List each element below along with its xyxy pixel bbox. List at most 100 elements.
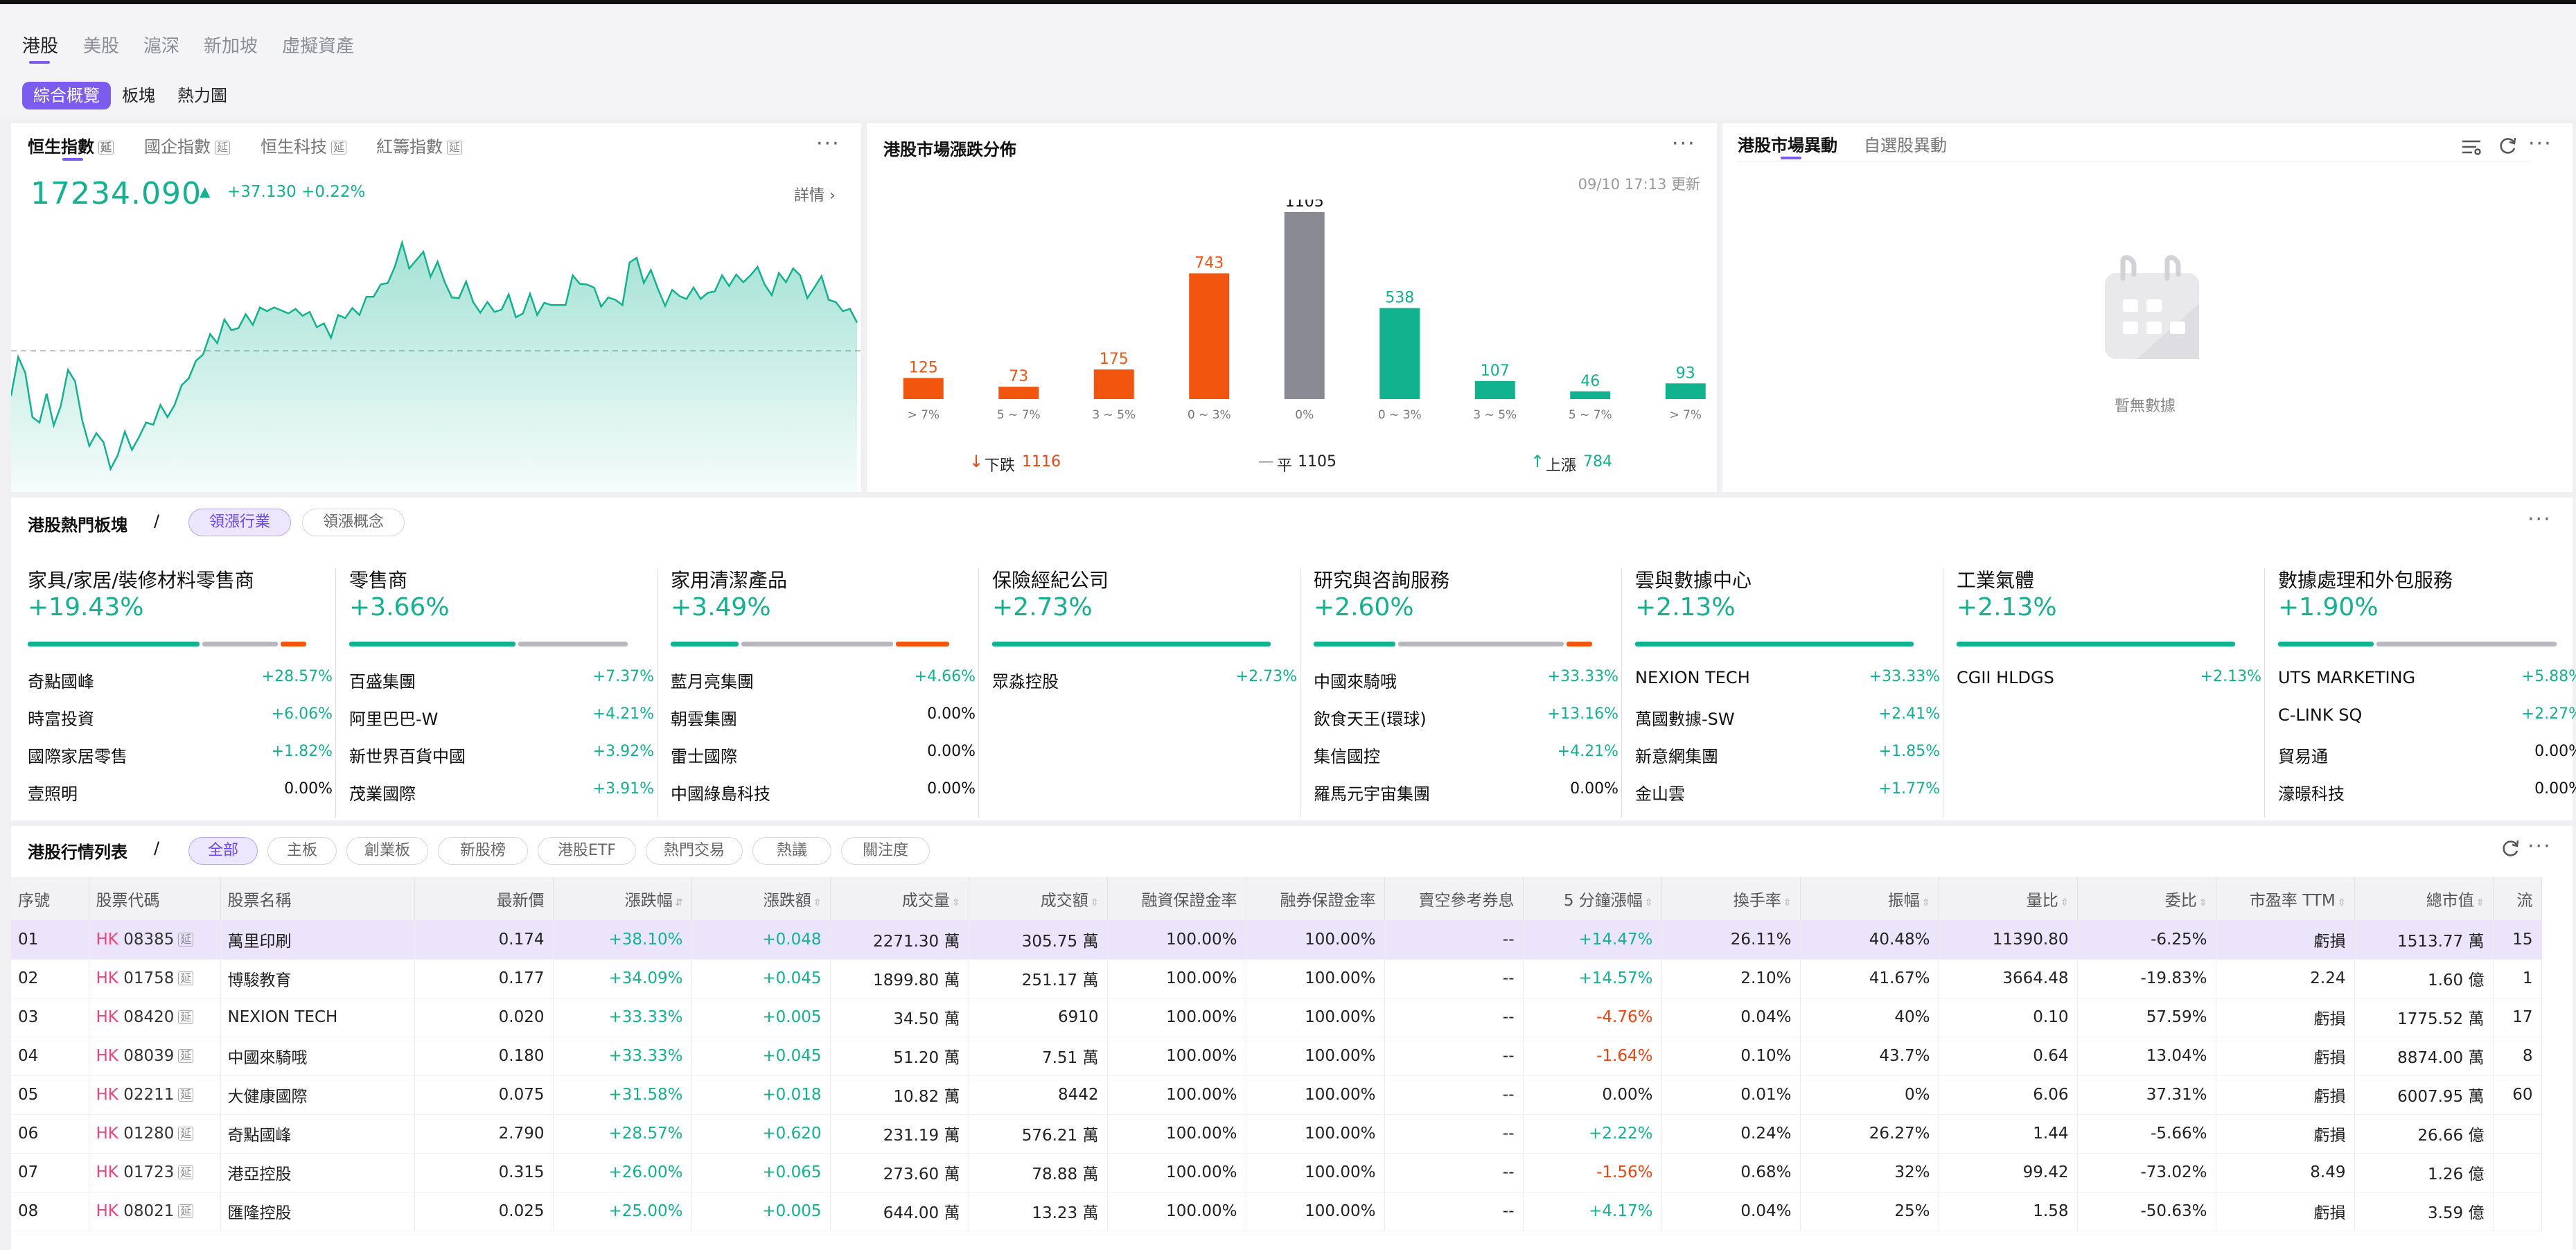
stock-code[interactable]: 08039 xyxy=(118,1047,174,1065)
quote-filter-pill[interactable]: 熱門交易 xyxy=(646,837,743,865)
market-tab-us[interactable]: 美股 xyxy=(83,32,119,58)
sector-stock-row[interactable]: 中國綠島科技 0.00% xyxy=(671,780,976,804)
index-tab-hsi[interactable]: 恒生指數延 xyxy=(28,133,114,157)
stock-code[interactable]: 01280 xyxy=(118,1125,174,1143)
sector-stock-row[interactable]: 阿里巴巴-W +4.21% xyxy=(349,705,654,729)
sector-stock-row[interactable]: 貿易通 0.00% xyxy=(2278,743,2576,766)
stock-code[interactable]: 02211 xyxy=(118,1086,174,1104)
sector-stock-row[interactable]: 時富投資 +6.06% xyxy=(28,705,333,729)
filter-icon[interactable] xyxy=(2461,137,2483,157)
quote-filter-pill[interactable]: 全部 xyxy=(188,837,258,865)
more-icon[interactable]: ··· xyxy=(816,134,840,155)
subtab-sectors[interactable]: 板塊 xyxy=(122,82,155,109)
sector-stock-row[interactable]: 萬國數據-SW +2.41% xyxy=(1635,705,1940,729)
index-tab-hstech[interactable]: 恒生科技延 xyxy=(261,133,347,157)
table-row[interactable]: 06 HK 01280 延 奇點國峰 2.790 +28.57% +0.620 231.19 … xyxy=(11,1114,2542,1154)
column-header[interactable]: 融券保證金率 xyxy=(1246,877,1385,920)
table-row[interactable]: 01 HK 08385 延 萬里印刷 0.174 +38.10% +0.048 2271.30… xyxy=(11,920,2542,960)
column-header[interactable]: 最新價 xyxy=(414,877,554,920)
table-row[interactable]: 04 HK 08039 延 中國來騎哦 0.180 +33.33% +0.045 51.20 … xyxy=(11,1037,2542,1076)
column-header[interactable]: 流 xyxy=(2493,877,2542,920)
column-header[interactable]: 委比 ⇳ xyxy=(2077,877,2216,920)
stock-code[interactable]: 08385 xyxy=(118,931,174,949)
table-row[interactable]: 05 HK 02211 延 大健康國際 0.075 +31.58% +0.018 10.82 … xyxy=(11,1075,2542,1115)
sector-stock-row[interactable]: UTS MARKETING +5.88% xyxy=(2278,668,2576,689)
column-header[interactable]: 漲跌幅 ⇵ xyxy=(553,877,692,920)
sector-stock-row[interactable]: 奇點國峰 +28.57% xyxy=(28,668,333,692)
sector-stock-row[interactable]: 壹照明 0.00% xyxy=(28,780,333,804)
quote-filter-pill[interactable]: 主板 xyxy=(267,837,337,865)
anomaly-tab-market[interactable]: 港股市場異動 xyxy=(1738,132,1837,156)
market-tab-crypto[interactable]: 虛擬資產 xyxy=(282,32,354,58)
sector-stock-row[interactable]: 國際家居零售 +1.82% xyxy=(28,743,333,766)
sector-stock-row[interactable]: 藍月亮集團 +4.66% xyxy=(671,668,976,692)
subtab-heatmap[interactable]: 熱力圖 xyxy=(177,82,227,109)
column-header[interactable]: 振幅 ⇳ xyxy=(1800,877,1939,920)
column-header[interactable]: 成交額 ⇳ xyxy=(969,877,1108,920)
sector-stock-row[interactable]: 眾淼控股 +2.73% xyxy=(992,668,1297,692)
refresh-icon[interactable] xyxy=(2500,838,2521,859)
column-header[interactable]: 股票代碼 xyxy=(89,877,221,920)
sector-stock-row[interactable]: 茂業國際 +3.91% xyxy=(349,780,654,804)
sector-stock-row[interactable]: 中國來騎哦 +33.33% xyxy=(1314,668,1618,692)
stock-code[interactable]: 08420 xyxy=(118,1008,174,1026)
more-icon[interactable]: ··· xyxy=(1672,134,1696,155)
sector-stock-row[interactable]: 飲食天王(環球) +13.16% xyxy=(1314,705,1618,729)
sector-stock-row[interactable]: 雷士國際 0.00% xyxy=(671,743,976,766)
market-tab-sg[interactable]: 新加坡 xyxy=(204,32,258,58)
table-row[interactable]: 08 HK 08021 延 匯隆控股 0.025 +25.00% +0.005 644.00 … xyxy=(11,1192,2542,1231)
stock-code[interactable]: 01758 xyxy=(118,969,174,987)
sector-card[interactable]: 零售商 +3.66% 百盛集團 +7.37% 阿里巴巴-W +4.21% 新世界百貨中國 +3… xyxy=(349,563,661,820)
subtab-overview[interactable]: 綜合概覽 xyxy=(22,82,111,109)
column-header[interactable]: 序號 xyxy=(11,877,89,920)
more-icon[interactable]: ··· xyxy=(2528,509,2552,530)
sector-card[interactable]: 保險經紀公司 +2.73% 眾淼控股 +2.73% xyxy=(992,563,1304,820)
table-row[interactable]: 02 HK 01758 延 博駿教育 0.177 +34.09% +0.045 1899.80… xyxy=(11,959,2542,998)
market-tab-cn[interactable]: 滬深 xyxy=(143,32,179,58)
more-icon[interactable]: ··· xyxy=(2528,836,2552,857)
quote-filter-pill[interactable]: 熱議 xyxy=(752,837,831,865)
table-row[interactable]: 07 HK 01723 延 港亞控股 0.315 +26.00% +0.065 273.60 … xyxy=(11,1153,2542,1192)
column-header[interactable]: 漲跌額 ⇳ xyxy=(691,877,831,920)
quote-filter-pill[interactable]: 港股ETF xyxy=(538,837,636,865)
sector-card[interactable]: 家具/家居/裝修材料零售商 +19.43% 奇點國峰 +28.57% 時富投資 +6.06… xyxy=(28,563,339,820)
column-header[interactable]: 成交量 ⇳ xyxy=(830,877,969,920)
sector-stock-row[interactable]: 朝雲集團 0.00% xyxy=(671,705,976,729)
sector-stock-row[interactable]: 濠暻科技 0.00% xyxy=(2278,780,2576,804)
column-header[interactable]: 5 分鐘漲幅 ⇳ xyxy=(1523,877,1662,920)
quote-filter-pill[interactable]: 創業板 xyxy=(346,837,428,865)
table-row[interactable]: 03 HK 08420 延 NEXION TECH 0.020 +33.33% +0.005… xyxy=(11,998,2542,1037)
sector-stock-row[interactable]: 羅馬元宇宙集團 0.00% xyxy=(1314,780,1618,804)
sector-card[interactable]: 雲與數據中心 +2.13% NEXION TECH +33.33% 萬國數據-SW +2.… xyxy=(1635,563,1947,820)
stock-code[interactable]: 08021 xyxy=(118,1202,174,1220)
quote-filter-pill[interactable]: 關注度 xyxy=(841,837,930,865)
column-header[interactable]: 市盈率 TTM ⇳ xyxy=(2216,877,2355,920)
column-header[interactable]: 量比 ⇳ xyxy=(1939,877,2078,920)
index-tab-hscei[interactable]: 國企指數延 xyxy=(144,133,231,157)
column-header[interactable]: 換手率 ⇳ xyxy=(1661,877,1801,920)
column-header[interactable]: 總市值 ⇳ xyxy=(2354,877,2494,920)
tab-leading-industry[interactable]: 領漲行業 xyxy=(188,509,291,536)
column-header[interactable]: 融資保證金率 xyxy=(1107,877,1246,920)
sector-stock-row[interactable]: 新世界百貨中國 +3.92% xyxy=(349,743,654,766)
sector-stock-row[interactable]: 金山雲 +1.77% xyxy=(1635,780,1940,804)
sector-card[interactable]: 工業氣體 +2.13% CGII HLDGS +2.13% xyxy=(1957,563,2268,820)
sector-stock-row[interactable]: 百盛集團 +7.37% xyxy=(349,668,654,692)
anomaly-tab-watchlist[interactable]: 自選股異動 xyxy=(1864,132,1947,156)
stock-code[interactable]: 01723 xyxy=(118,1163,174,1181)
refresh-icon[interactable] xyxy=(2497,136,2518,157)
sector-card[interactable]: 研究與咨詢服務 +2.60% 中國來騎哦 +33.33% 飲食天王(環球) +13.16%… xyxy=(1314,563,1625,820)
sector-stock-row[interactable]: 集信國控 +4.21% xyxy=(1314,743,1618,766)
sector-stock-row[interactable]: CGII HLDGS +2.13% xyxy=(1957,668,2261,689)
column-header[interactable]: 股票名稱 xyxy=(220,877,415,920)
quote-filter-pill[interactable]: 新股榜 xyxy=(438,837,528,865)
sector-stock-row[interactable]: 新意網集團 +1.85% xyxy=(1635,743,1940,766)
more-icon[interactable]: ··· xyxy=(2528,134,2552,155)
sector-stock-row[interactable]: C-LINK SQ +2.27% xyxy=(2278,705,2576,726)
market-tab-hk[interactable]: 港股 xyxy=(22,32,58,58)
sector-card[interactable]: 數據處理和外包服務+1.90% UTS MARKETING +5.88% C-LINK… xyxy=(2278,563,2576,820)
column-header[interactable]: 賣空參考券息 xyxy=(1384,877,1524,920)
tab-leading-concept[interactable]: 領漲概念 xyxy=(302,509,405,536)
index-detail-link[interactable]: 詳情 › xyxy=(794,183,836,205)
sector-stock-row[interactable]: NEXION TECH +33.33% xyxy=(1635,668,1940,689)
